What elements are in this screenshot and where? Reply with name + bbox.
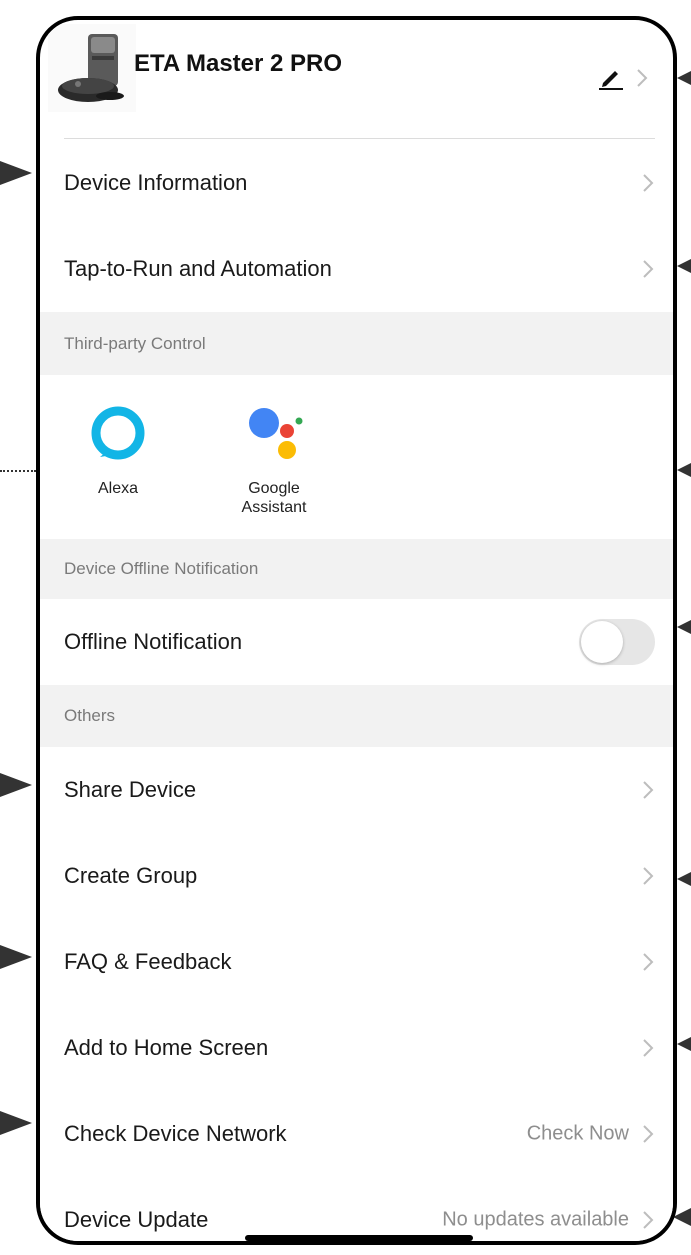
device-name: ETA Master 2 PRO (134, 50, 343, 77)
faq-feedback-row[interactable]: FAQ & Feedback (40, 919, 673, 1005)
annotation-arrow-add-home (677, 1037, 691, 1051)
share-device-label: Share Device (64, 777, 197, 802)
offline-section-title: Device Offline Notification (64, 559, 259, 578)
offline-section-header: Device Offline Notification (40, 539, 673, 599)
pencil-icon (599, 71, 623, 90)
robot-vacuum-image (48, 24, 136, 112)
chevron-right-icon (643, 781, 654, 799)
share-device-row[interactable]: Share Device (40, 747, 673, 833)
phone-frame: ETA Master 2 PRO Device Information Tap-… (36, 16, 677, 1245)
annotation-arrow-third-party (677, 463, 691, 477)
chevron-right-icon (643, 1211, 654, 1229)
add-home-screen-row[interactable]: Add to Home Screen (40, 1005, 673, 1091)
others-section-header: Others (40, 685, 673, 747)
annotation-arrow-offline (677, 620, 691, 634)
others-section-title: Others (64, 706, 116, 725)
alexa-icon (91, 406, 145, 460)
device-update-label: Device Update (64, 1207, 209, 1232)
third-party-section-header: Third-party Control (40, 312, 673, 375)
google-assistant-label: Google Assistant (241, 480, 307, 516)
offline-notification-toggle[interactable] (579, 619, 655, 665)
google-assistant-service[interactable]: Google Assistant (220, 405, 328, 517)
header-divider (64, 138, 655, 139)
add-home-screen-label: Add to Home Screen (64, 1035, 269, 1060)
annotation-arrow-edit (677, 71, 691, 85)
offline-notification-label: Offline Notification (64, 629, 243, 654)
chevron-right-icon (643, 1039, 654, 1057)
third-party-section-title: Third-party Control (64, 333, 206, 353)
toggle-knob (581, 621, 623, 663)
device-information-label: Device Information (64, 170, 248, 195)
annotation-arrow-device-information (0, 161, 32, 185)
annotation-arrow-create-group (677, 872, 691, 886)
annotation-dotted-line (0, 470, 36, 472)
tap-to-run-label: Tap-to-Run and Automation (64, 256, 332, 281)
create-group-label: Create Group (64, 863, 198, 888)
device-header[interactable]: ETA Master 2 PRO (40, 20, 673, 138)
alexa-label: Alexa (97, 480, 139, 497)
annotation-arrow-tap-to-run (677, 259, 691, 273)
annotation-arrow-faq (0, 945, 32, 969)
annotation-arrow-share-device (0, 773, 32, 797)
chevron-right-icon (643, 867, 654, 885)
tap-to-run-row[interactable]: Tap-to-Run and Automation (40, 226, 673, 312)
chevron-right-icon (643, 260, 654, 278)
chevron-right-icon (637, 69, 648, 87)
home-indicator (245, 1235, 473, 1241)
device-information-row[interactable]: Device Information (40, 140, 673, 226)
chevron-right-icon (643, 953, 654, 971)
chevron-right-icon (643, 174, 654, 192)
chevron-right-icon (643, 1125, 654, 1143)
check-network-row[interactable]: Check Device Network Check Now (40, 1091, 673, 1177)
google-assistant-icon (249, 408, 303, 459)
annotation-arrow-check-network (0, 1111, 32, 1135)
offline-notification-row: Offline Notification (40, 599, 673, 685)
check-network-label: Check Device Network (64, 1121, 287, 1146)
check-now-value: Check Now (526, 1122, 629, 1145)
no-updates-value: No updates available (442, 1208, 629, 1231)
faq-feedback-label: FAQ & Feedback (64, 949, 232, 974)
alexa-service[interactable]: Alexa (72, 405, 164, 498)
create-group-row[interactable]: Create Group (40, 833, 673, 919)
third-party-control-panel: Alexa Google Assistant (40, 375, 673, 539)
edit-name-button[interactable] (597, 66, 649, 90)
